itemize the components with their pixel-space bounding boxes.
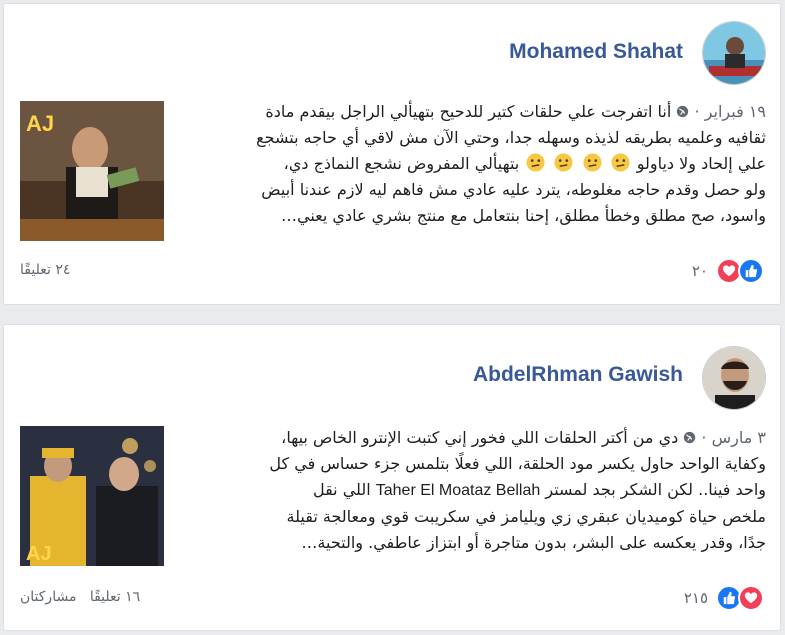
- text-line: ملخص حياة كوميديان عبقري زي ويليامز في س…: [286, 507, 766, 526]
- post-text: ١٩ فبراير · أنا اتفرجت علي حلقات كتير لل…: [182, 99, 766, 229]
- love-icon: [738, 585, 764, 611]
- post-card-1: Mohamed Shahat AJ ١٩ فبراير · أنا اتفرجت…: [3, 3, 781, 305]
- text-line: واحد فينا.. لكن الشكر بجد لمستر: [545, 480, 766, 499]
- comments-count[interactable]: ١٦ تعليقًا: [90, 589, 140, 605]
- confused-face-icon: [554, 153, 573, 172]
- post-date[interactable]: ١٩ فبراير: [705, 102, 766, 121]
- post-text: ٣ مارس · دي من أكتر الحلقات اللي فخور إن…: [182, 425, 766, 556]
- reactions[interactable]: ٢١٥: [684, 585, 764, 611]
- video-thumbnail[interactable]: AJ: [20, 426, 164, 566]
- text-line: اللي نقل: [312, 480, 371, 499]
- avatar[interactable]: [702, 346, 766, 410]
- comments-count[interactable]: ٢٤ تعليقًا: [20, 262, 70, 278]
- reactions[interactable]: ٢٠: [692, 258, 764, 284]
- post-card-2: AbdelRhman Gawish AJ ٣ مارس · دي من أكتر…: [3, 324, 781, 631]
- mentioned-user-link[interactable]: Taher El Moataz Bellah: [376, 482, 541, 499]
- like-icon: [738, 258, 764, 284]
- svg-text:AJ: AJ: [26, 543, 52, 565]
- text-line: دي من أكتر الحلقات اللي فخور إني كتبت ال…: [281, 428, 679, 447]
- text-line: واسود، صح مطلق وخطأ مطلق، إحنا بنتعامل م…: [281, 206, 766, 225]
- confused-face-icon: [526, 153, 545, 172]
- text-line: وكفاية الواحد حاول يكسر مود الحلقة، اللي…: [269, 454, 766, 473]
- author-name[interactable]: Mohamed Shahat: [509, 40, 683, 64]
- text-line: ولو حصل وقدم حاجه مغلوطه، يترد عليه عادي…: [261, 180, 766, 199]
- text-line: علي إلحاد ولا دياولو: [636, 154, 766, 173]
- shares-count[interactable]: مشاركتان: [20, 589, 76, 605]
- text-line: جدًا، وقدر يعكسه على البشر، بدون متاجرة …: [301, 533, 766, 552]
- post-stats: ١٦ تعليقًا مشاركتان: [20, 589, 140, 605]
- avatar[interactable]: [702, 21, 766, 85]
- confused-face-icon: [611, 153, 630, 172]
- text-line: أنا اتفرجت علي حلقات كتير للدحيح بتهيألي…: [265, 102, 672, 121]
- video-thumbnail[interactable]: AJ: [20, 101, 164, 241]
- post-date[interactable]: ٣ مارس: [712, 428, 766, 447]
- author-name[interactable]: AbdelRhman Gawish: [473, 363, 683, 387]
- reaction-count[interactable]: ٢٠: [692, 262, 708, 280]
- globe-icon: [684, 431, 696, 444]
- globe-icon: [677, 105, 689, 118]
- reaction-count[interactable]: ٢١٥: [684, 589, 708, 607]
- text-line: ثقافيه وعلميه بطريقه لذيذه وسهله جدا، وح…: [256, 128, 766, 147]
- confused-face-icon: [583, 153, 602, 172]
- svg-text:AJ: AJ: [26, 111, 54, 136]
- text-line: بتهيألي المفروض نشجع النماذج دي،: [283, 154, 520, 173]
